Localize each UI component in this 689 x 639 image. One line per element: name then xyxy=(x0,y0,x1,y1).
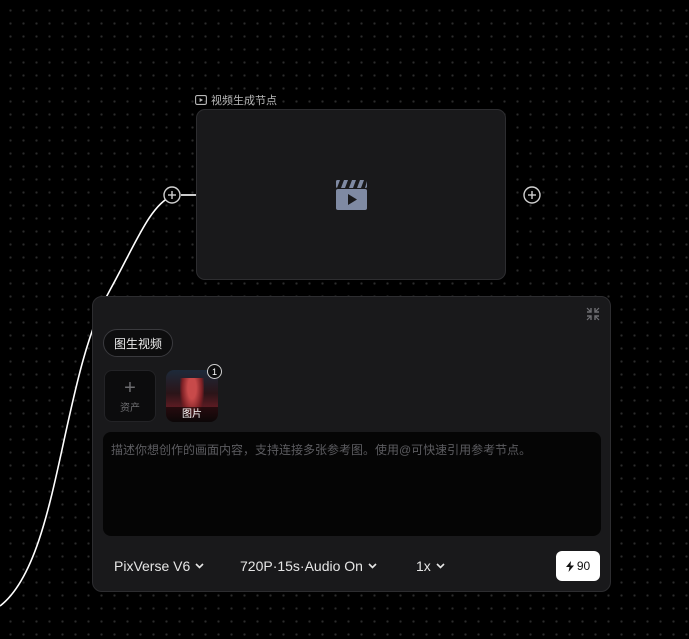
add-port-icon xyxy=(163,186,181,204)
chevron-down-icon xyxy=(368,563,377,569)
plus-icon: + xyxy=(124,376,136,399)
generation-panel: 图生视频 + 资产 图片 1 描述你想创作的画面内容，支持连接多张参考图。使用@… xyxy=(92,296,611,592)
video-node-preview[interactable] xyxy=(196,109,506,280)
count-dropdown[interactable]: 1x xyxy=(416,551,445,581)
spec-label: 720P·15s·Audio On xyxy=(240,558,363,574)
panel-toolbar: PixVerse V6 720P·15s·Audio On 1x 90 xyxy=(103,551,600,581)
add-asset-label: 资产 xyxy=(120,402,140,414)
thumbnail-caption: 图片 xyxy=(166,407,218,422)
input-port-add[interactable] xyxy=(163,186,181,204)
chevron-down-icon xyxy=(436,563,445,569)
node-title-text: 视频生成节点 xyxy=(211,95,277,107)
add-port-icon xyxy=(523,186,541,204)
node-title: 视频生成节点 xyxy=(195,92,277,108)
lightning-icon xyxy=(565,560,574,572)
model-dropdown[interactable]: PixVerse V6 xyxy=(114,551,204,581)
video-node-icon xyxy=(195,95,207,105)
count-label: 1x xyxy=(416,558,431,574)
prompt-input[interactable]: 描述你想创作的画面内容，支持连接多张参考图。使用@可快速引用参考节点。 xyxy=(103,432,601,536)
spec-dropdown[interactable]: 720P·15s·Audio On xyxy=(240,551,377,581)
collapse-icon[interactable] xyxy=(586,307,600,321)
reference-count-badge: 1 xyxy=(207,364,222,379)
mode-button[interactable]: 图生视频 xyxy=(103,329,174,357)
credits-value: 90 xyxy=(576,559,591,573)
generate-button[interactable]: 90 xyxy=(556,551,600,581)
clapperboard-play-icon xyxy=(336,180,367,210)
output-port-add[interactable] xyxy=(523,186,541,204)
model-label: PixVerse V6 xyxy=(114,558,191,574)
chevron-down-icon xyxy=(195,563,204,569)
add-asset-button[interactable]: + 资产 xyxy=(104,370,156,422)
